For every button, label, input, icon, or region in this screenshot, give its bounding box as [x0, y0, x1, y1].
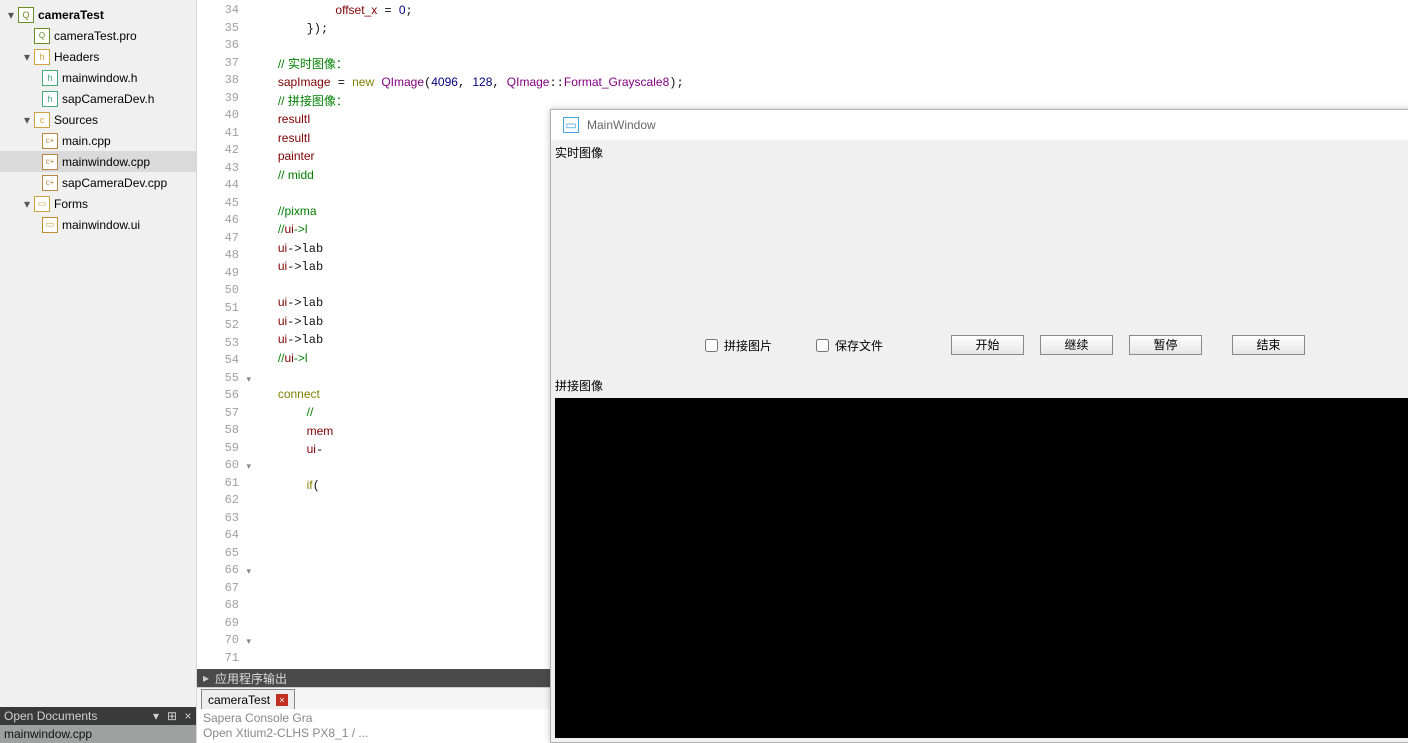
- tree-ui-file[interactable]: ▭ mainwindow.ui: [0, 214, 196, 235]
- file-label: main.cpp: [62, 134, 111, 148]
- project-tree: ▾ Q cameraTest Q cameraTest.pro ▾ h Head…: [0, 0, 196, 707]
- output-tab[interactable]: cameraTest ×: [201, 689, 295, 709]
- open-document-item[interactable]: mainwindow.cpp: [0, 725, 196, 743]
- open-documents-title: Open Documents: [4, 709, 97, 723]
- tree-forms[interactable]: ▾ ▭ Forms: [0, 193, 196, 214]
- chevron-down-icon: ▾: [20, 197, 34, 211]
- headers-label: Headers: [54, 50, 99, 64]
- chevron-right-icon[interactable]: ▸: [203, 671, 209, 685]
- tree-source-file[interactable]: c+ main.cpp: [0, 130, 196, 151]
- stitch-checkbox[interactable]: [705, 339, 718, 352]
- chevron-down-icon: ▾: [20, 50, 34, 64]
- pro-file-icon: Q: [34, 28, 50, 44]
- folder-icon: c: [34, 112, 50, 128]
- window-title: MainWindow: [587, 118, 656, 132]
- folder-icon: h: [34, 49, 50, 65]
- save-checkbox-label: 保存文件: [835, 337, 883, 354]
- open-documents-header: Open Documents ▾ ⊞ ×: [0, 707, 196, 725]
- runtime-window[interactable]: ▭ MainWindow — ☐ ✕ 实时图像 拼接图片 保存文件: [550, 109, 1408, 743]
- window-titlebar[interactable]: ▭ MainWindow — ☐ ✕: [551, 110, 1408, 140]
- dropdown-icon[interactable]: ▾: [148, 709, 164, 723]
- tree-headers[interactable]: ▾ h Headers: [0, 46, 196, 67]
- control-row: 拼接图片 保存文件 开始 继续 暂停 结束: [555, 323, 1408, 367]
- sources-label: Sources: [54, 113, 98, 127]
- open-document-label: mainwindow.cpp: [4, 727, 92, 741]
- file-label: sapCameraDev.cpp: [62, 176, 167, 190]
- file-label: mainwindow.ui: [62, 218, 140, 232]
- project-icon: Q: [18, 7, 34, 23]
- tree-header-file[interactable]: h sapCameraDev.h: [0, 88, 196, 109]
- save-checkbox-wrap[interactable]: 保存文件: [816, 337, 883, 354]
- stitch-checkbox-label: 拼接图片: [724, 337, 772, 354]
- pause-button[interactable]: 暂停: [1129, 335, 1202, 355]
- tree-source-file-selected[interactable]: c+ mainwindow.cpp: [0, 151, 196, 172]
- folder-icon: ▭: [34, 196, 50, 212]
- forms-label: Forms: [54, 197, 88, 211]
- cpp-icon: c+: [42, 175, 58, 191]
- output-tab-label: cameraTest: [208, 693, 270, 707]
- start-button[interactable]: 开始: [951, 335, 1024, 355]
- stitch-image-label: 拼接图像: [555, 377, 1408, 394]
- tree-pro-file[interactable]: Q cameraTest.pro: [0, 25, 196, 46]
- open-documents-list: mainwindow.cpp: [0, 725, 196, 743]
- continue-button[interactable]: 继续: [1040, 335, 1113, 355]
- file-label: mainwindow.h: [62, 71, 137, 85]
- save-checkbox[interactable]: [816, 339, 829, 352]
- stitch-image-area: [555, 398, 1408, 738]
- tree-header-file[interactable]: h mainwindow.h: [0, 67, 196, 88]
- stop-button[interactable]: 结束: [1232, 335, 1305, 355]
- chevron-down-icon: ▾: [20, 113, 34, 127]
- file-label: sapCameraDev.h: [62, 92, 154, 106]
- close-icon[interactable]: ×: [180, 709, 196, 723]
- app-icon: ▭: [563, 117, 579, 133]
- project-name: cameraTest: [38, 8, 104, 22]
- live-image-area: [555, 161, 1408, 323]
- split-icon[interactable]: ⊞: [164, 709, 180, 723]
- tree-root[interactable]: ▾ Q cameraTest: [0, 4, 196, 25]
- cpp-icon: c+: [42, 133, 58, 149]
- cpp-icon: c+: [42, 154, 58, 170]
- line-number-gutter: 34 35 36 37 38 39 40 41 42 43 44 45 46 4…: [197, 0, 249, 669]
- stitch-checkbox-wrap[interactable]: 拼接图片: [705, 337, 772, 354]
- close-icon[interactable]: ×: [276, 694, 288, 706]
- tree-sources[interactable]: ▾ c Sources: [0, 109, 196, 130]
- editor-pane: 34 35 36 37 38 39 40 41 42 43 44 45 46 4…: [197, 0, 1408, 743]
- file-label: mainwindow.cpp: [62, 155, 150, 169]
- header-icon: h: [42, 91, 58, 107]
- pro-file-label: cameraTest.pro: [54, 29, 137, 43]
- chevron-down-icon: ▾: [4, 8, 18, 22]
- output-panel-title: 应用程序输出: [215, 670, 287, 687]
- live-image-label: 实时图像: [555, 144, 1408, 161]
- header-icon: h: [42, 70, 58, 86]
- project-sidebar: ▾ Q cameraTest Q cameraTest.pro ▾ h Head…: [0, 0, 197, 743]
- tree-source-file[interactable]: c+ sapCameraDev.cpp: [0, 172, 196, 193]
- ui-file-icon: ▭: [42, 217, 58, 233]
- window-client-area: 实时图像 拼接图片 保存文件 开始 继续 暂停: [551, 140, 1408, 742]
